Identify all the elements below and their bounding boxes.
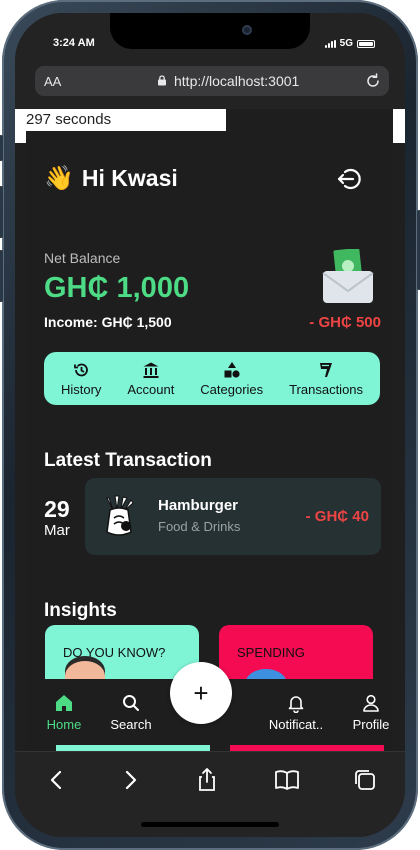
network-label: 5G: [339, 38, 353, 49]
shapes-icon: [224, 361, 240, 378]
web-content: 297 seconds 👋 Hi Kwasi Net Balance GH₵ 1…: [15, 109, 405, 679]
nav-label: Search: [110, 717, 152, 732]
status-icons: 5G: [324, 38, 375, 49]
insight-card-did-you-know[interactable]: DO YOU KNOW?: [45, 625, 199, 679]
quick-action-categories[interactable]: Categories: [200, 361, 263, 397]
net-balance-value: GH₵ 1,000: [44, 272, 190, 304]
volume-down-button: [0, 250, 3, 302]
user-icon: [363, 694, 379, 712]
net-balance-label: Net Balance: [44, 250, 121, 266]
quick-action-transactions[interactable]: Transactions: [289, 361, 363, 397]
browser-toolbar: [15, 751, 405, 837]
nav-label: Profile: [352, 717, 390, 732]
nav-home[interactable]: Home: [29, 693, 99, 732]
nav-label: Home: [46, 717, 82, 732]
insights-title: Insights: [44, 600, 117, 621]
bank-icon: [143, 362, 159, 378]
mute-switch: [0, 135, 3, 161]
insight-card-title: DO YOU KNOW?: [63, 645, 166, 660]
back-icon[interactable]: [43, 766, 71, 794]
chart-illustration: [245, 669, 287, 679]
notch: [110, 13, 310, 49]
signal-icon: [324, 39, 336, 48]
lock-icon: [158, 75, 166, 86]
transaction-category: Food & Drinks: [158, 519, 241, 534]
money-bag-icon: [106, 495, 134, 536]
expense-value: - GH₵ 500: [309, 314, 381, 331]
timer-text: 297 seconds: [26, 109, 226, 131]
quick-action-label: History: [60, 381, 102, 397]
money-envelope-icon: [322, 249, 374, 303]
transaction-date: 29 Mar: [44, 496, 70, 540]
battery-icon: [357, 39, 375, 48]
transaction-amount: - GH₵ 40: [305, 508, 369, 525]
waving-hand-icon: 👋: [44, 165, 74, 192]
transaction-day: 29: [44, 496, 70, 522]
home-indicator: [141, 822, 279, 827]
browser-header: AA http://localhost:3001: [15, 63, 405, 109]
camera: [242, 25, 252, 35]
text-size-button[interactable]: AA: [44, 74, 61, 89]
insight-card-title: SPENDING: [237, 645, 305, 660]
quick-action-label: Transactions: [289, 381, 364, 397]
quick-action-history[interactable]: History: [61, 361, 101, 397]
history-icon: [74, 363, 89, 376]
add-transaction-button[interactable]: +: [170, 662, 232, 724]
address-bar[interactable]: AA http://localhost:3001: [35, 66, 389, 96]
receipt-icon: [320, 362, 333, 377]
logout-icon[interactable]: [335, 166, 361, 192]
status-time: 3:24 AM: [53, 37, 95, 49]
phone-frame: 3:24 AM 5G AA http://localhost:3001 297 …: [0, 0, 420, 850]
home-icon: [56, 695, 72, 711]
quick-action-label: Categories: [200, 381, 264, 397]
url-text: http://localhost:3001: [174, 73, 300, 89]
bell-icon: [288, 696, 304, 713]
forward-icon[interactable]: [116, 766, 144, 794]
greeting-text: Hi Kwasi: [81, 165, 178, 191]
insight-card-spending[interactable]: SPENDING: [219, 625, 373, 679]
transaction-month: Mar: [44, 522, 70, 539]
volume-up-button: [0, 186, 3, 238]
transaction-name: Hamburger: [158, 497, 239, 514]
latest-transaction-title: Latest Transaction: [44, 450, 212, 471]
share-icon[interactable]: [193, 766, 221, 794]
status-bar: 3:24 AM 5G: [15, 13, 405, 63]
phone-screen: 3:24 AM 5G AA http://localhost:3001 297 …: [15, 13, 405, 837]
greeting: 👋 Hi Kwasi: [44, 164, 178, 193]
quick-actions-bar: History Account Categories Transactions: [44, 352, 380, 405]
person-illustration: [65, 661, 105, 679]
nav-notifications[interactable]: Notificat..: [261, 693, 331, 732]
income-value: Income: GH₵ 1,500: [44, 314, 172, 330]
search-icon: [123, 695, 139, 711]
bookmarks-icon[interactable]: [273, 766, 301, 794]
nav-search[interactable]: Search: [96, 693, 166, 732]
quick-action-account[interactable]: Account: [127, 361, 174, 397]
tabs-icon[interactable]: [351, 766, 379, 794]
quick-action-label: Account: [127, 381, 175, 397]
reload-icon[interactable]: [364, 72, 382, 90]
nav-label: Notificat..: [268, 717, 324, 732]
nav-profile[interactable]: Profile: [336, 693, 405, 732]
transaction-card[interactable]: Hamburger Food & Drinks - GH₵ 40: [85, 478, 381, 555]
